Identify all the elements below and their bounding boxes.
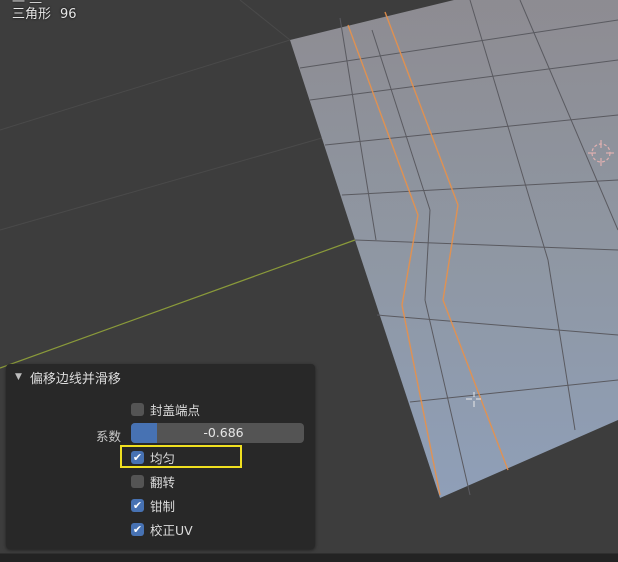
checkbox-cap-endpoint[interactable]: [131, 402, 144, 416]
option-cap-endpoint[interactable]: 封盖端点: [131, 400, 200, 418]
checkmark-icon[interactable]: ✔: [131, 450, 144, 464]
checkmark-icon[interactable]: ✔: [131, 522, 144, 536]
option-clamp-label: 钳制: [150, 498, 176, 514]
operator-panel-header[interactable]: ▼ 偏移边线并滑移: [6, 364, 315, 390]
option-flip[interactable]: 翻转: [131, 472, 175, 490]
floor-grid: [0, 0, 351, 231]
option-clamp[interactable]: ✔ 钳制: [131, 496, 175, 514]
factor-slider[interactable]: -0.686: [131, 423, 304, 443]
triangles-count: 96: [60, 7, 77, 22]
option-even-label: 均匀: [150, 450, 176, 466]
x-axis-line: [0, 239, 356, 369]
operator-redo-panel: ▼ 偏移边线并滑移 封盖端点 系数 -0.686 ✔ 均匀 翻转 ✔ 钳制 ✔ …: [6, 364, 315, 549]
mesh-plane: [290, 0, 618, 498]
viewport-stats-overlay: 一 — 三角形 96: [12, 0, 77, 23]
option-correct-uv-label: 校正UV: [150, 522, 193, 538]
stats-row-partial: 一 —: [12, 0, 43, 10]
option-cap-endpoint-label: 封盖端点: [150, 402, 201, 418]
checkbox-flip[interactable]: [131, 474, 144, 488]
option-correct-uv[interactable]: ✔ 校正UV: [131, 520, 193, 538]
factor-label: 系数: [96, 429, 122, 444]
option-flip-label: 翻转: [150, 474, 176, 490]
factor-value: -0.686: [203, 425, 244, 440]
checkmark-icon[interactable]: ✔: [131, 498, 144, 512]
operator-title: 偏移边线并滑移: [29, 371, 121, 387]
triangle-down-icon[interactable]: ▼: [15, 372, 22, 382]
option-even[interactable]: ✔ 均匀: [131, 448, 175, 466]
